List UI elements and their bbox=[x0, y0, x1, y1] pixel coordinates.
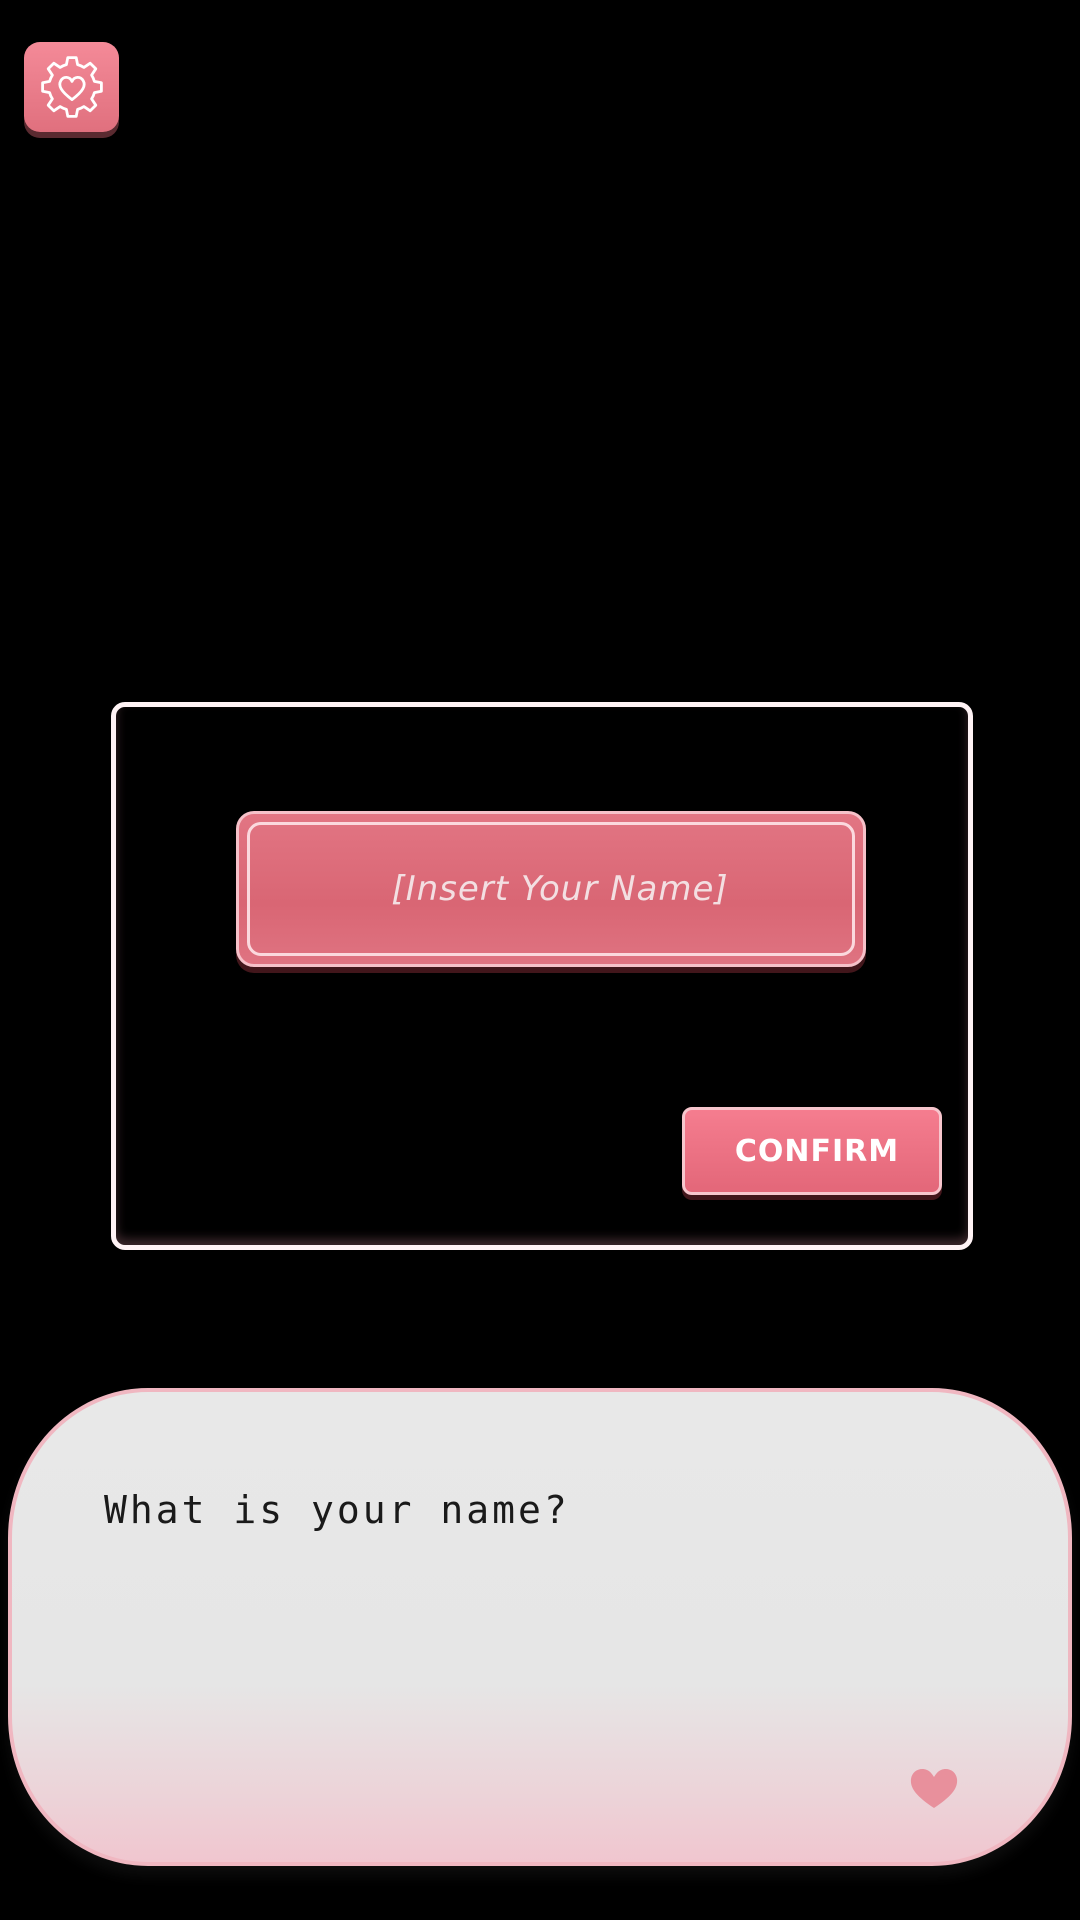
name-entry-panel: CONFIRM bbox=[111, 702, 973, 1250]
gear-heart-icon bbox=[40, 56, 103, 118]
dialogue-text: What is your name? bbox=[104, 1488, 570, 1532]
game-screen: CONFIRM What is your name? bbox=[0, 0, 1080, 1920]
name-input-frame bbox=[236, 811, 866, 967]
settings-button[interactable] bbox=[24, 42, 119, 132]
heart-icon bbox=[910, 1769, 958, 1808]
dialogue-box[interactable]: What is your name? bbox=[8, 1388, 1072, 1866]
confirm-button[interactable]: CONFIRM bbox=[682, 1107, 942, 1195]
name-input[interactable] bbox=[239, 814, 863, 964]
